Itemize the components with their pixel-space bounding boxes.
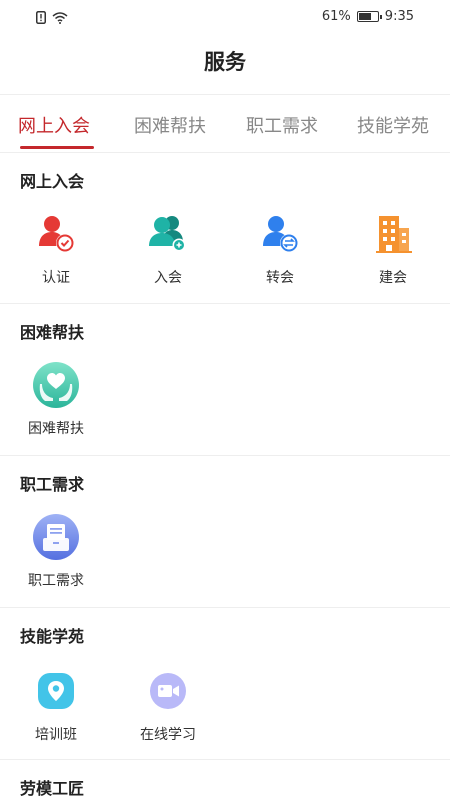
- service-item-join[interactable]: 入会: [112, 211, 224, 287]
- service-item-worker-needs[interactable]: 职工需求: [0, 514, 112, 590]
- clock: 9:35: [384, 9, 414, 24]
- battery-percent: 61%: [321, 9, 351, 24]
- tab-online-join[interactable]: 网上入会: [18, 112, 90, 138]
- user-verified-icon: [33, 211, 79, 257]
- section-hardship: 困难帮扶 困难帮扶: [0, 304, 450, 454]
- battery-icon: [356, 11, 382, 22]
- tab-worker-needs[interactable]: 职工需求: [246, 112, 318, 138]
- document-tray-icon: [33, 514, 79, 560]
- service-label: 认证: [42, 270, 70, 286]
- tab-skills[interactable]: 技能学苑: [357, 112, 429, 138]
- page-title: 服务: [204, 50, 246, 74]
- status-left: [36, 9, 68, 28]
- section-title: 劳模工匠: [20, 779, 85, 798]
- section-worker-needs: 职工需求 职工需求: [0, 456, 450, 606]
- transfer-member-icon: [257, 211, 303, 257]
- sim-alert-icon: [36, 9, 46, 28]
- status-right: 61% 9:35: [322, 9, 414, 24]
- video-camera-icon: [145, 668, 191, 714]
- title-divider: [0, 94, 450, 95]
- tab-bar: 网上入会 困难帮扶 职工需求 技能学苑: [0, 96, 450, 152]
- section-skills: 技能学苑 培训班 在线学习: [0, 608, 450, 758]
- service-label: 困难帮扶: [28, 421, 84, 437]
- section-title: 网上入会: [20, 172, 85, 191]
- section-title: 技能学苑: [20, 627, 85, 646]
- service-label: 建会: [379, 270, 407, 286]
- service-label: 培训班: [35, 727, 77, 743]
- service-item-establish[interactable]: 建会: [337, 211, 449, 287]
- heart-hands-icon: [33, 362, 79, 408]
- section-online-join: 网上入会 认证 入会 转会 建会: [0, 153, 450, 303]
- service-item-training-class[interactable]: 培训班: [0, 668, 112, 744]
- section-title: 职工需求: [20, 475, 85, 494]
- status-bar: 61% 9:35: [0, 0, 450, 32]
- active-tab-indicator: [20, 146, 94, 149]
- service-label: 在线学习: [140, 727, 196, 743]
- section-model-workers: 劳模工匠: [0, 760, 450, 800]
- service-item-hardship[interactable]: 困难帮扶: [0, 362, 112, 438]
- service-item-transfer[interactable]: 转会: [224, 211, 336, 287]
- service-label: 职工需求: [28, 573, 84, 589]
- tab-hardship[interactable]: 困难帮扶: [134, 112, 206, 138]
- service-item-verify[interactable]: 认证: [0, 211, 112, 287]
- service-label: 入会: [154, 270, 182, 286]
- add-member-icon: [145, 211, 191, 257]
- location-pin-icon: [33, 668, 79, 714]
- service-item-online-learning[interactable]: 在线学习: [112, 668, 224, 744]
- section-title: 困难帮扶: [20, 323, 85, 342]
- building-icon: [370, 211, 416, 257]
- wifi-icon: [52, 9, 68, 28]
- service-label: 转会: [266, 270, 294, 286]
